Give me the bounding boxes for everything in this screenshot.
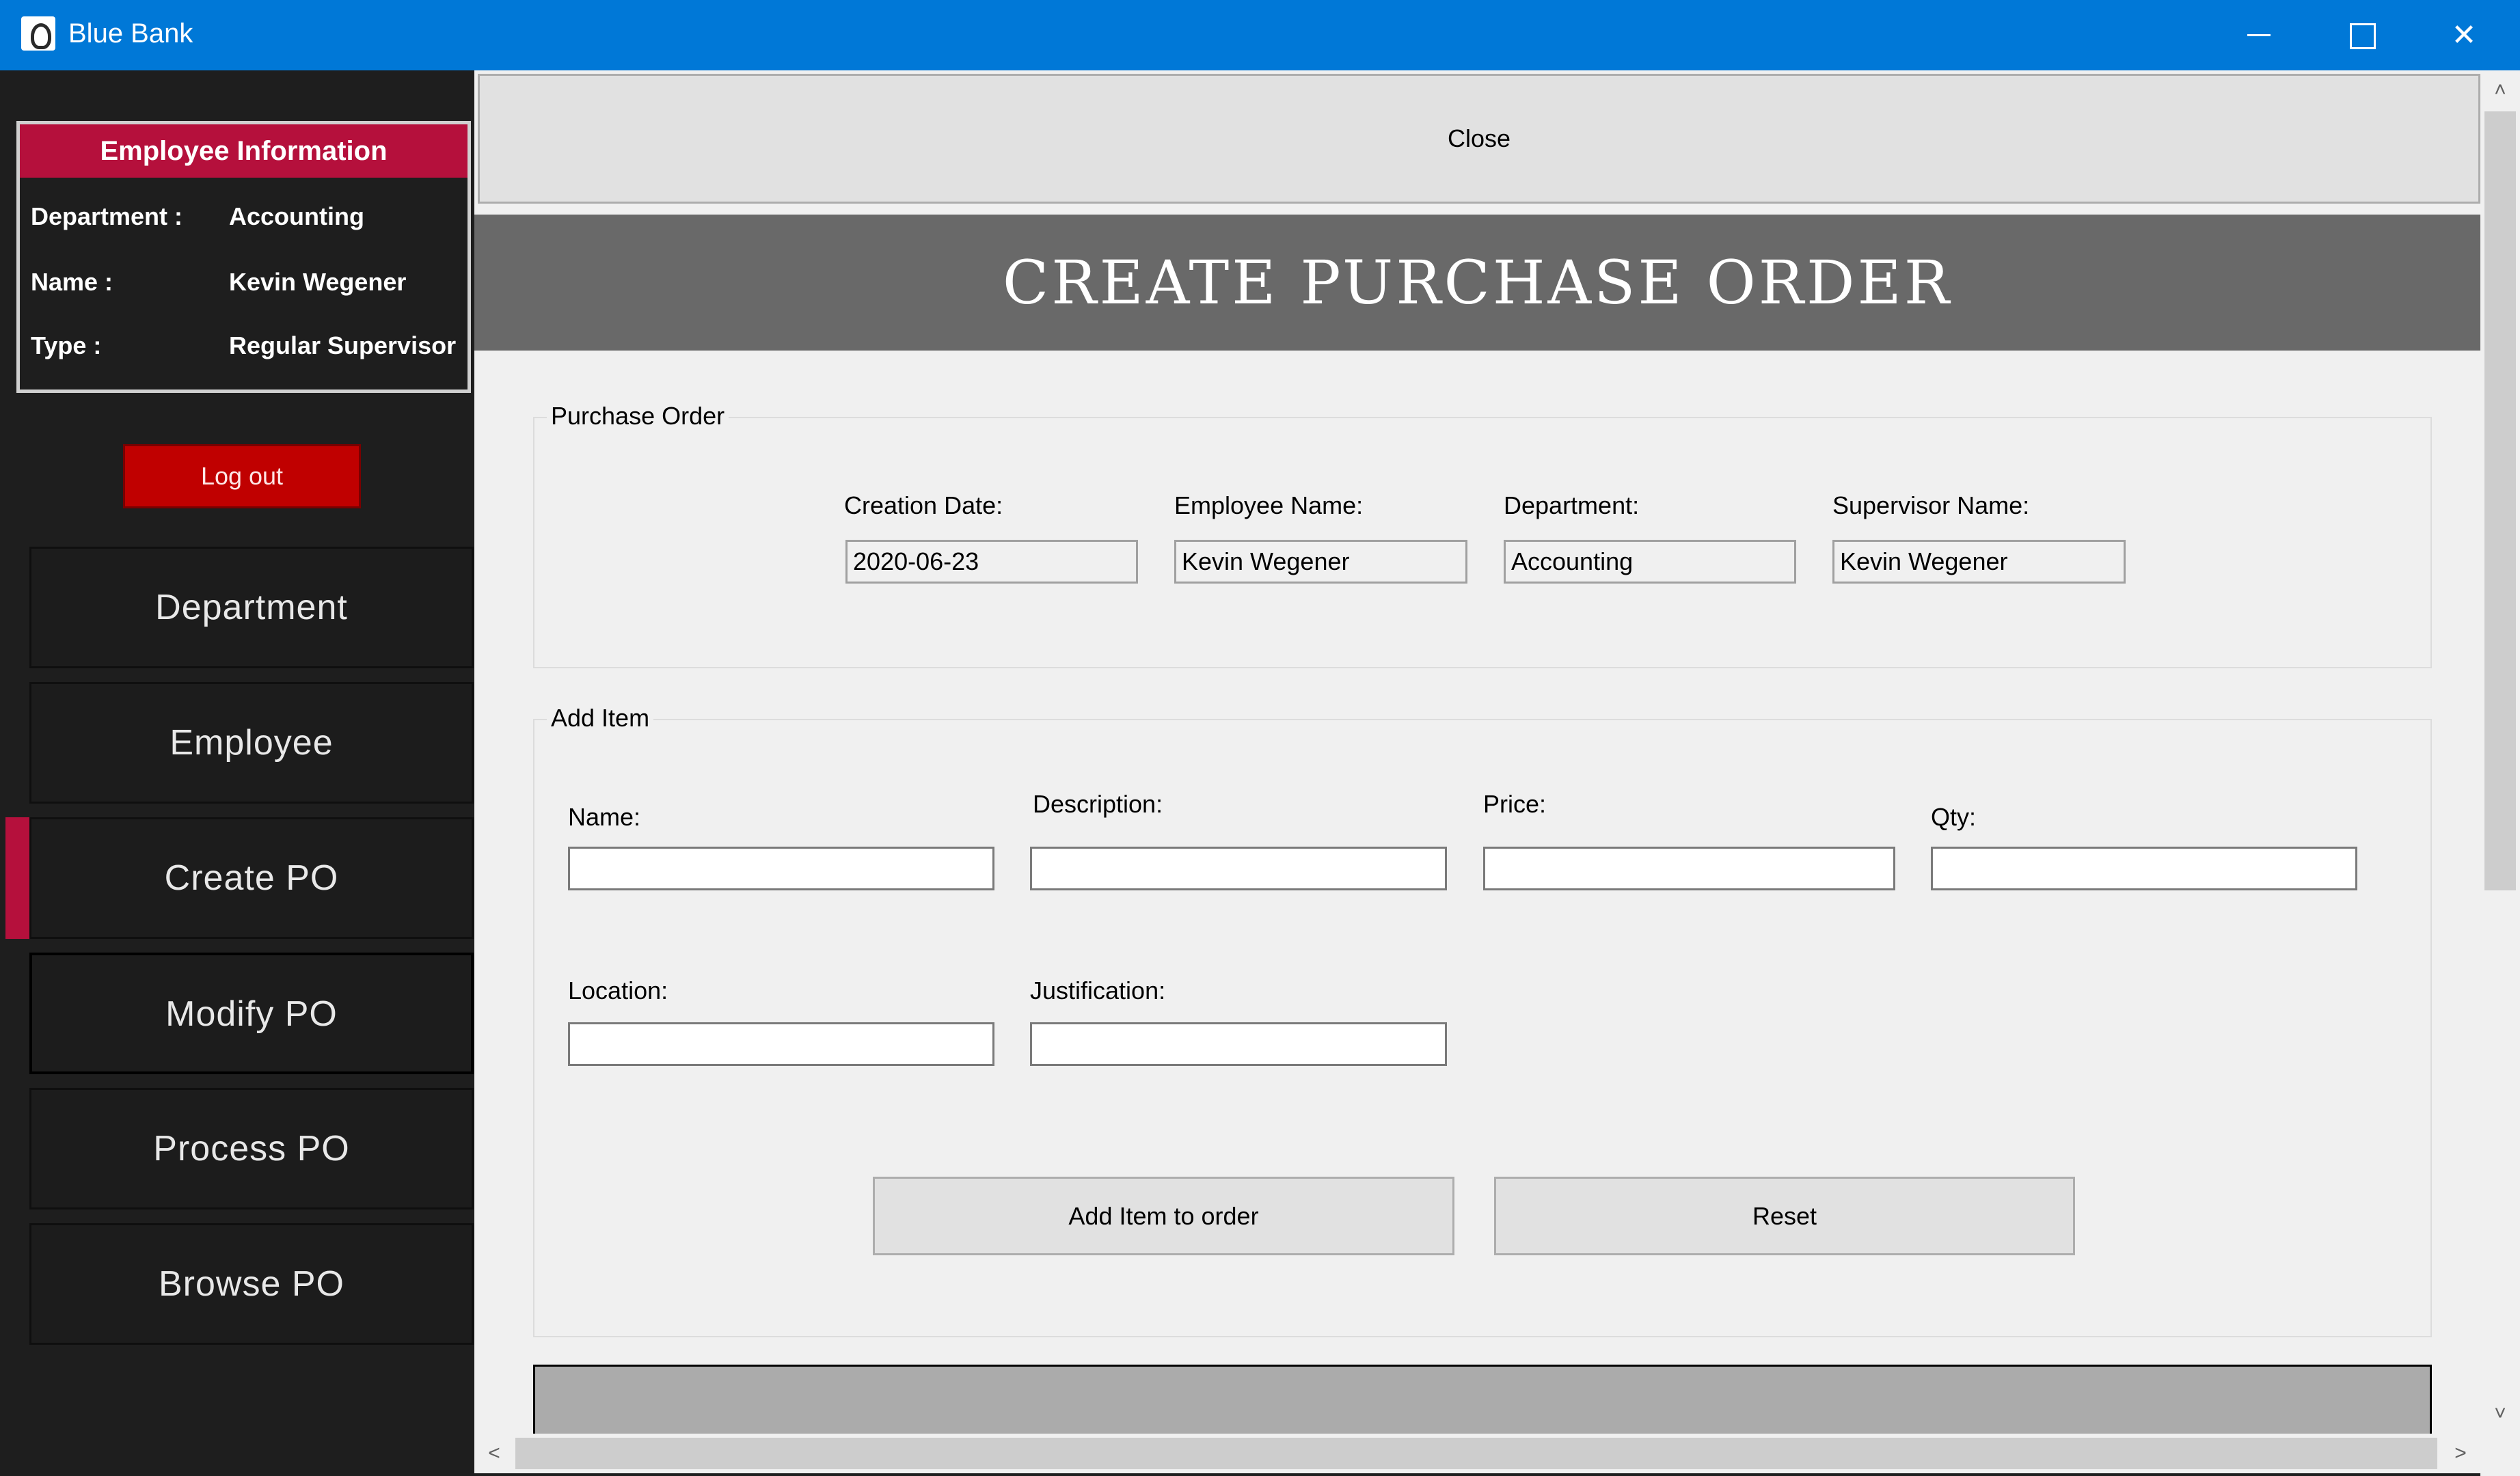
scroll-up-icon[interactable]: ˄ <box>2480 70 2520 110</box>
maximize-icon[interactable] <box>2311 0 2413 70</box>
info-value: Regular Supervisor <box>229 331 457 359</box>
location-label: Location: <box>568 976 668 1004</box>
nav-department[interactable]: Department <box>29 547 474 668</box>
employee-name-label: Employee Name: <box>1174 491 1364 519</box>
justification-input[interactable] <box>1030 1022 1447 1066</box>
supervisor-name-field: Kevin Wegener <box>1832 540 2126 584</box>
nav-employee[interactable]: Employee <box>29 682 474 804</box>
window-title: Blue Bank <box>68 18 193 49</box>
horizontal-scroll-thumb[interactable] <box>515 1438 2437 1469</box>
scrollbar-corner <box>2480 1434 2520 1476</box>
app-window: Blue Bank ✕ Employee Information Departm… <box>0 0 2520 1476</box>
employee-name-field: Kevin Wegener <box>1174 540 1467 584</box>
vertical-scrollbar[interactable]: ˄ ˅ <box>2480 70 2520 1434</box>
info-label: Type : <box>31 331 102 359</box>
description-input[interactable] <box>1030 847 1447 890</box>
reset-button[interactable]: Reset <box>1494 1177 2075 1255</box>
info-row-type: Type : Regular Supervisor <box>31 331 468 366</box>
page-title: CREATE PURCHASE ORDER <box>474 215 2480 351</box>
vertical-scroll-thumb[interactable] <box>2484 111 2516 890</box>
title-bar: Blue Bank ✕ <box>0 0 2520 70</box>
item-name-input[interactable] <box>568 847 994 890</box>
minimize-icon[interactable] <box>2209 0 2312 70</box>
sidebar: Employee Information Department : Accoun… <box>0 70 474 1476</box>
creation-date-label: Creation Date: <box>844 491 1003 519</box>
scroll-down-icon[interactable]: ˅ <box>2480 1394 2520 1434</box>
nav-process-po[interactable]: Process PO <box>29 1088 474 1210</box>
employee-info-header: Employee Information <box>20 124 468 178</box>
close-button[interactable]: Close <box>478 74 2480 204</box>
app-icon <box>21 16 55 51</box>
info-row-name: Name : Kevin Wegener <box>31 268 468 302</box>
info-value: Accounting <box>229 202 364 230</box>
employee-info-panel: Employee Information Department : Accoun… <box>16 121 471 393</box>
main-content: Close CREATE PURCHASE ORDER Purchase Ord… <box>474 70 2480 1434</box>
nav-modify-po[interactable]: Modify PO <box>29 953 474 1074</box>
info-label: Department : <box>31 202 183 230</box>
add-item-button[interactable]: Add Item to order <box>873 1177 1454 1255</box>
location-input[interactable] <box>568 1022 994 1066</box>
creation-date-field: 2020-06-23 <box>845 540 1138 584</box>
purchase-order-legend: Purchase Order <box>547 402 729 430</box>
info-value: Kevin Wegener <box>229 268 407 296</box>
price-label: Price: <box>1483 790 1547 818</box>
scroll-right-icon[interactable]: > <box>2441 1434 2480 1473</box>
info-label: Name : <box>31 268 113 296</box>
logout-button[interactable]: Log out <box>123 444 361 508</box>
items-grid[interactable] <box>533 1365 2432 1434</box>
item-name-label: Name: <box>568 803 641 831</box>
purchase-order-group <box>533 417 2432 668</box>
scroll-left-icon[interactable]: < <box>474 1434 514 1473</box>
qty-label: Qty: <box>1931 803 1977 831</box>
description-label: Description: <box>1033 790 1163 818</box>
selected-nav-indicator <box>5 817 29 939</box>
nav-create-po[interactable]: Create PO <box>29 817 474 939</box>
department-label: Department: <box>1504 491 1640 519</box>
info-row-department: Department : Accounting <box>31 202 468 236</box>
qty-input[interactable] <box>1931 847 2357 890</box>
close-icon[interactable]: ✕ <box>2413 0 2515 70</box>
nav-browse-po[interactable]: Browse PO <box>29 1223 474 1345</box>
price-input[interactable] <box>1483 847 1895 890</box>
department-field: Accounting <box>1504 540 1796 584</box>
supervisor-name-label: Supervisor Name: <box>1832 491 2030 519</box>
add-item-legend: Add Item <box>547 704 654 733</box>
horizontal-scrollbar[interactable]: < > <box>474 1434 2480 1473</box>
justification-label: Justification: <box>1030 976 1166 1004</box>
